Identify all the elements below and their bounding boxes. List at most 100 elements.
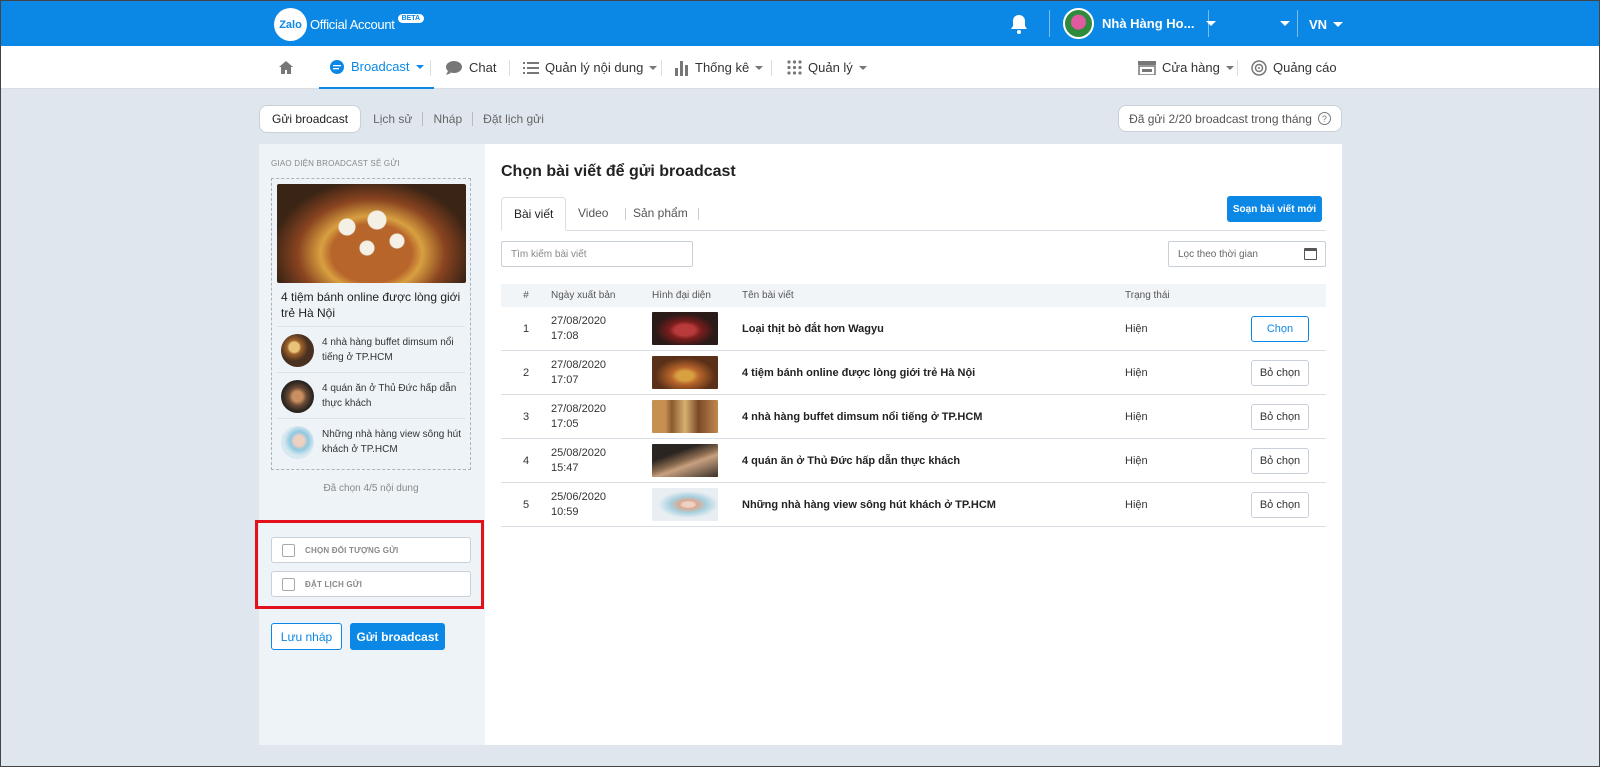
- subtab-history[interactable]: Lịch sử: [361, 112, 422, 126]
- nav-chat-label: Chat: [469, 60, 497, 75]
- table-row: 3 27/08/2020 17:05 4 nhà hàng buffet dim…: [501, 395, 1326, 439]
- column-header: #: [523, 290, 529, 301]
- column-header: Hình đại diện: [652, 290, 711, 301]
- top-bar: Zalo Official Account BETA Nhà Hàng Ho..…: [1, 1, 1599, 46]
- broadcast-icon: [330, 59, 344, 74]
- nav-content[interactable]: Quản lý nội dung: [523, 46, 658, 89]
- divider: [1237, 60, 1238, 76]
- bell-icon[interactable]: [1010, 14, 1028, 34]
- chevron-down-icon[interactable]: [1280, 21, 1290, 26]
- nav-stats[interactable]: Thống kê: [675, 46, 764, 89]
- chevron-down-icon: [415, 64, 424, 69]
- thumbnail-cell: [652, 356, 742, 389]
- publish-date: 25/06/2020 10:59: [551, 490, 652, 520]
- nav-content-label: Quản lý nội dung: [545, 60, 644, 75]
- tab-articles[interactable]: Bài viết: [501, 197, 567, 231]
- time: 17:05: [551, 417, 579, 430]
- table-row: 4 25/08/2020 15:47 4 quán ăn ở Thủ Đức h…: [501, 439, 1326, 483]
- selected-count: Đã chọn 4/5 nội dung: [323, 483, 419, 494]
- deselect-button[interactable]: Bỏ chọn: [1251, 403, 1309, 430]
- deselect-button[interactable]: Bỏ chọn: [1251, 359, 1309, 386]
- action-cell: Bỏ chọn: [1251, 491, 1326, 518]
- thumbnail-cell: [652, 444, 742, 477]
- publish-date: 27/08/2020 17:05: [551, 402, 652, 432]
- status-text: Hiện: [1125, 366, 1148, 379]
- table-row: 1 27/08/2020 17:08 Loại thịt bò đắt hơn …: [501, 307, 1326, 351]
- quota-badge: Đã gửi 2/20 broadcast trong tháng ?: [1118, 105, 1342, 132]
- deselect-button[interactable]: Bỏ chọn: [1251, 491, 1309, 518]
- nav-ads[interactable]: Quảng cáo: [1251, 46, 1337, 89]
- action-cell: Chọn: [1251, 315, 1326, 342]
- deselect-button[interactable]: Bỏ chọn: [1251, 447, 1309, 474]
- row-number: 4: [522, 454, 530, 467]
- divider: [1297, 10, 1298, 37]
- chevron-down-icon: [1225, 65, 1234, 70]
- list-item-title: 4 nhà hàng buffet dimsum nổi tiếng ở TP.…: [322, 337, 454, 363]
- help-icon[interactable]: ?: [1317, 112, 1331, 125]
- column-header: Trạng thái: [1125, 290, 1170, 301]
- subtab-draft[interactable]: Nháp: [423, 112, 472, 126]
- date-filter[interactable]: Lọc theo thời gian: [1168, 241, 1326, 267]
- thumbnail-image: [652, 400, 718, 433]
- status-text: Hiện: [1125, 454, 1148, 467]
- logo-text: Official Account: [310, 17, 395, 32]
- content-panel: Chọn bài viết để gửi broadcast Bài viết …: [485, 144, 1342, 745]
- preview-list: 4 nhà hàng buffet dimsum nổi tiếng ở TP.…: [277, 326, 465, 464]
- profile-name: Nhà Hàng Ho...: [1102, 16, 1195, 31]
- home-icon[interactable]: [278, 60, 294, 75]
- chevron-down-icon: [858, 65, 867, 70]
- nav-store[interactable]: Cửa hàng: [1138, 46, 1234, 89]
- article-title[interactable]: 4 tiệm bánh online được lòng giới trẻ Hà…: [742, 367, 1125, 379]
- nav-chat[interactable]: Chat: [445, 46, 496, 89]
- column-header: Tên bài viết: [742, 290, 794, 301]
- article-title[interactable]: 4 quán ăn ở Thủ Đức hấp dẫn thực khách: [742, 455, 1125, 467]
- subtab-send[interactable]: Gửi broadcast: [259, 105, 362, 133]
- divider: [625, 208, 626, 220]
- tab-products[interactable]: Sản phẩm: [633, 197, 688, 229]
- search-input[interactable]: [501, 241, 693, 267]
- divider: [509, 60, 510, 76]
- time: 10:59: [551, 505, 579, 518]
- list-item: 4 nhà hàng buffet dimsum nổi tiếng ở TP.…: [277, 326, 465, 372]
- compose-article-button[interactable]: Soạn bài viết mới: [1227, 196, 1322, 222]
- subtab-schedule[interactable]: Đặt lịch gửi: [473, 112, 554, 126]
- thumbnail-image: [281, 425, 314, 459]
- grid-icon: [787, 60, 802, 75]
- divider: [430, 60, 431, 76]
- select-button[interactable]: Chọn: [1251, 315, 1309, 342]
- action-cell: Bỏ chọn: [1251, 359, 1326, 386]
- tab-video[interactable]: Video: [578, 197, 608, 229]
- article-title[interactable]: Những nhà hàng view sông hút khách ở TP.…: [742, 499, 1125, 511]
- time: 17:08: [551, 329, 579, 342]
- send-broadcast-button[interactable]: Gửi broadcast: [350, 623, 445, 650]
- list-item: Những nhà hàng view sông hút khách ở TP.…: [277, 418, 465, 464]
- profile-menu[interactable]: Nhà Hàng Ho...: [1063, 8, 1217, 39]
- chevron-down-icon: [1333, 22, 1344, 27]
- avatar: [1063, 8, 1094, 39]
- thumbnail-cell: [652, 488, 742, 521]
- beta-badge: BETA: [397, 14, 425, 23]
- chevron-down-icon: [649, 65, 658, 70]
- quota-text: Đã gửi 2/20 broadcast trong tháng: [1129, 111, 1312, 126]
- highlight-box: [255, 520, 484, 609]
- hero-image: [277, 184, 466, 283]
- status-text: Hiện: [1125, 410, 1148, 423]
- article-title[interactable]: Loại thịt bò đắt hơn Wagyu: [742, 323, 1125, 335]
- publish-date: 27/08/2020 17:07: [551, 358, 652, 388]
- language-selector[interactable]: VN: [1309, 17, 1344, 32]
- nav-broadcast-label: Broadcast: [351, 59, 410, 74]
- nav-manage[interactable]: Quản lý: [787, 46, 867, 89]
- article-title[interactable]: 4 nhà hàng buffet dimsum nổi tiếng ở TP.…: [742, 411, 1125, 423]
- nav-broadcast[interactable]: Broadcast: [319, 46, 434, 89]
- thumbnail-image: [281, 379, 314, 413]
- articles-table: # Ngày xuất bản Hình đại diện Tên bài vi…: [501, 284, 1326, 527]
- status-text: Hiện: [1125, 322, 1148, 335]
- save-draft-button[interactable]: Lưu nháp: [271, 623, 342, 650]
- list-item-title: Những nhà hàng view sông hút khách ở TP.…: [322, 429, 462, 455]
- publish-date: 25/08/2020 15:47: [551, 446, 652, 476]
- store-icon: [1138, 60, 1156, 75]
- divider: [698, 208, 699, 220]
- status-text: Hiện: [1125, 498, 1148, 511]
- zalo-logo[interactable]: Zalo Official Account BETA: [274, 8, 425, 41]
- content-type-tabs: Bài viết Video Sản phẩm: [501, 197, 1326, 231]
